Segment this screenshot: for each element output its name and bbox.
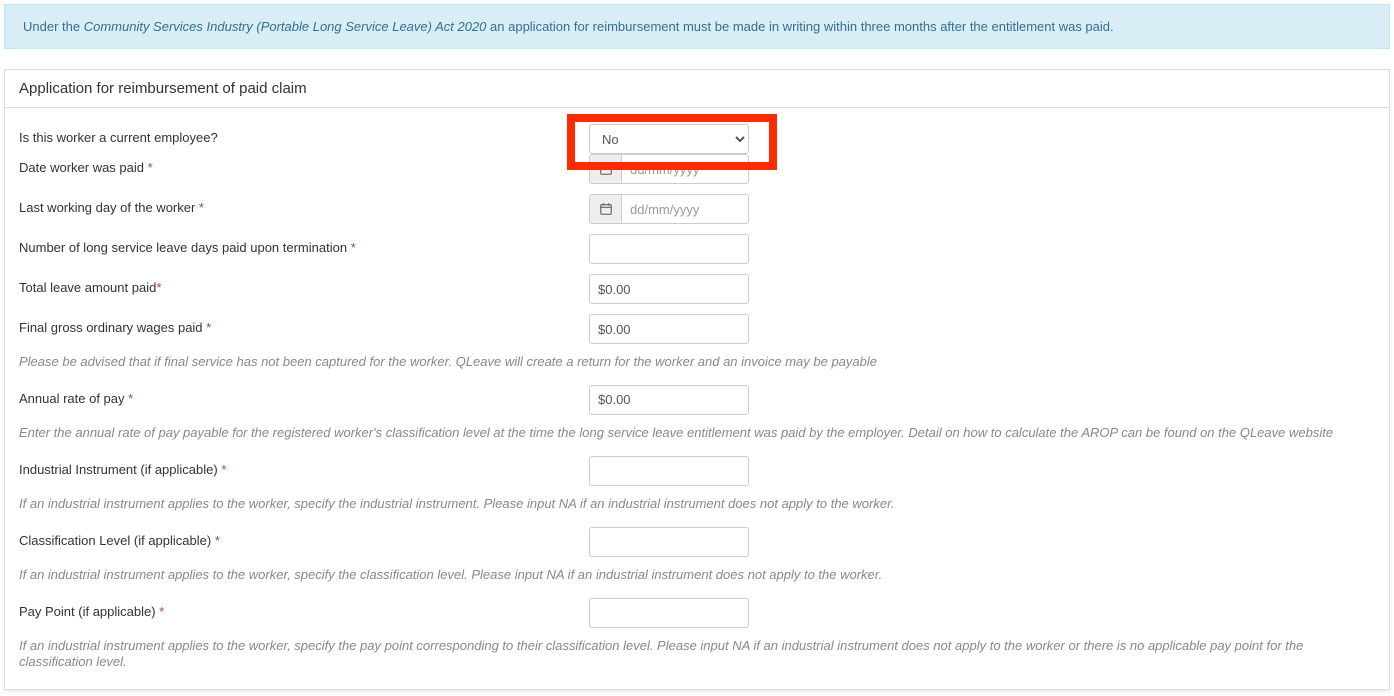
help-industrial-instrument: If an industrial instrument applies to t… — [5, 496, 1389, 527]
row-final-gross-wages: Final gross ordinary wages paid * — [5, 314, 1389, 354]
row-date-paid: Date worker was paid * — [5, 154, 1389, 194]
required-marker: * — [206, 320, 211, 335]
panel-body: Is this worker a current employee? No Ye… — [5, 108, 1389, 689]
label-last-working-day-text: Last working day of the worker — [19, 200, 199, 215]
input-last-working-day[interactable] — [621, 194, 749, 224]
input-lsl-days[interactable] — [589, 234, 749, 264]
banner-suffix: an application for reimbursement must be… — [486, 19, 1113, 34]
label-final-gross-wages-text: Final gross ordinary wages paid — [19, 320, 206, 335]
panel-title: Application for reimbursement of paid cl… — [5, 70, 1389, 108]
label-last-working-day: Last working day of the worker * — [19, 194, 589, 215]
required-marker: * — [199, 200, 204, 215]
input-annual-rate[interactable] — [589, 385, 749, 415]
row-lsl-days: Number of long service leave days paid u… — [5, 234, 1389, 274]
input-classification-level[interactable] — [589, 527, 749, 557]
reimbursement-panel: Application for reimbursement of paid cl… — [4, 69, 1390, 690]
select-current-employee[interactable]: No Yes — [589, 124, 749, 154]
required-marker: * — [159, 604, 164, 619]
banner-prefix: Under the — [23, 19, 84, 34]
calendar-icon[interactable] — [589, 154, 621, 184]
row-industrial-instrument: Industrial Instrument (if applicable) * — [5, 456, 1389, 496]
calendar-icon[interactable] — [589, 194, 621, 224]
label-pay-point-text: Pay Point (if applicable) — [19, 604, 159, 619]
input-industrial-instrument[interactable] — [589, 456, 749, 486]
row-classification-level: Classification Level (if applicable) * — [5, 527, 1389, 567]
input-pay-point[interactable] — [589, 598, 749, 628]
required-marker: * — [221, 462, 226, 477]
label-total-leave-amount: Total leave amount paid* — [19, 274, 589, 295]
banner-act-title: Community Services Industry (Portable Lo… — [84, 19, 487, 34]
label-annual-rate-text: Annual rate of pay — [19, 391, 128, 406]
help-annual-rate: Enter the annual rate of pay payable for… — [5, 425, 1389, 456]
label-current-employee: Is this worker a current employee? — [19, 124, 589, 145]
row-annual-rate: Annual rate of pay * — [5, 385, 1389, 425]
label-annual-rate: Annual rate of pay * — [19, 385, 589, 406]
last-working-day-group — [589, 194, 749, 224]
label-date-paid-text: Date worker was paid — [19, 160, 148, 175]
row-current-employee: Is this worker a current employee? No Ye… — [5, 108, 1389, 154]
row-total-leave-amount: Total leave amount paid* — [5, 274, 1389, 314]
label-lsl-days: Number of long service leave days paid u… — [19, 234, 589, 255]
label-total-leave-amount-text: Total leave amount paid — [19, 280, 156, 295]
label-final-gross-wages: Final gross ordinary wages paid * — [19, 314, 589, 335]
label-classification-level: Classification Level (if applicable) * — [19, 527, 589, 548]
required-marker: * — [351, 240, 356, 255]
help-final-gross-wages: Please be advised that if final service … — [5, 354, 1389, 385]
input-final-gross-wages[interactable] — [589, 314, 749, 344]
required-marker: * — [215, 533, 220, 548]
help-classification-level: If an industrial instrument applies to t… — [5, 567, 1389, 598]
input-date-paid[interactable] — [621, 154, 749, 184]
label-lsl-days-text: Number of long service leave days paid u… — [19, 240, 351, 255]
row-pay-point: Pay Point (if applicable) * — [5, 598, 1389, 638]
required-marker: * — [156, 280, 161, 295]
required-marker: * — [148, 160, 153, 175]
label-pay-point: Pay Point (if applicable) * — [19, 598, 589, 619]
required-marker: * — [128, 391, 133, 406]
input-total-leave-amount[interactable] — [589, 274, 749, 304]
label-industrial-instrument: Industrial Instrument (if applicable) * — [19, 456, 589, 477]
help-pay-point: If an industrial instrument applies to t… — [5, 638, 1389, 690]
label-industrial-instrument-text: Industrial Instrument (if applicable) — [19, 462, 221, 477]
label-classification-level-text: Classification Level (if applicable) — [19, 533, 215, 548]
label-date-paid: Date worker was paid * — [19, 154, 589, 175]
info-banner: Under the Community Services Industry (P… — [4, 4, 1390, 49]
date-paid-group — [589, 154, 749, 184]
row-last-working-day: Last working day of the worker * — [5, 194, 1389, 234]
